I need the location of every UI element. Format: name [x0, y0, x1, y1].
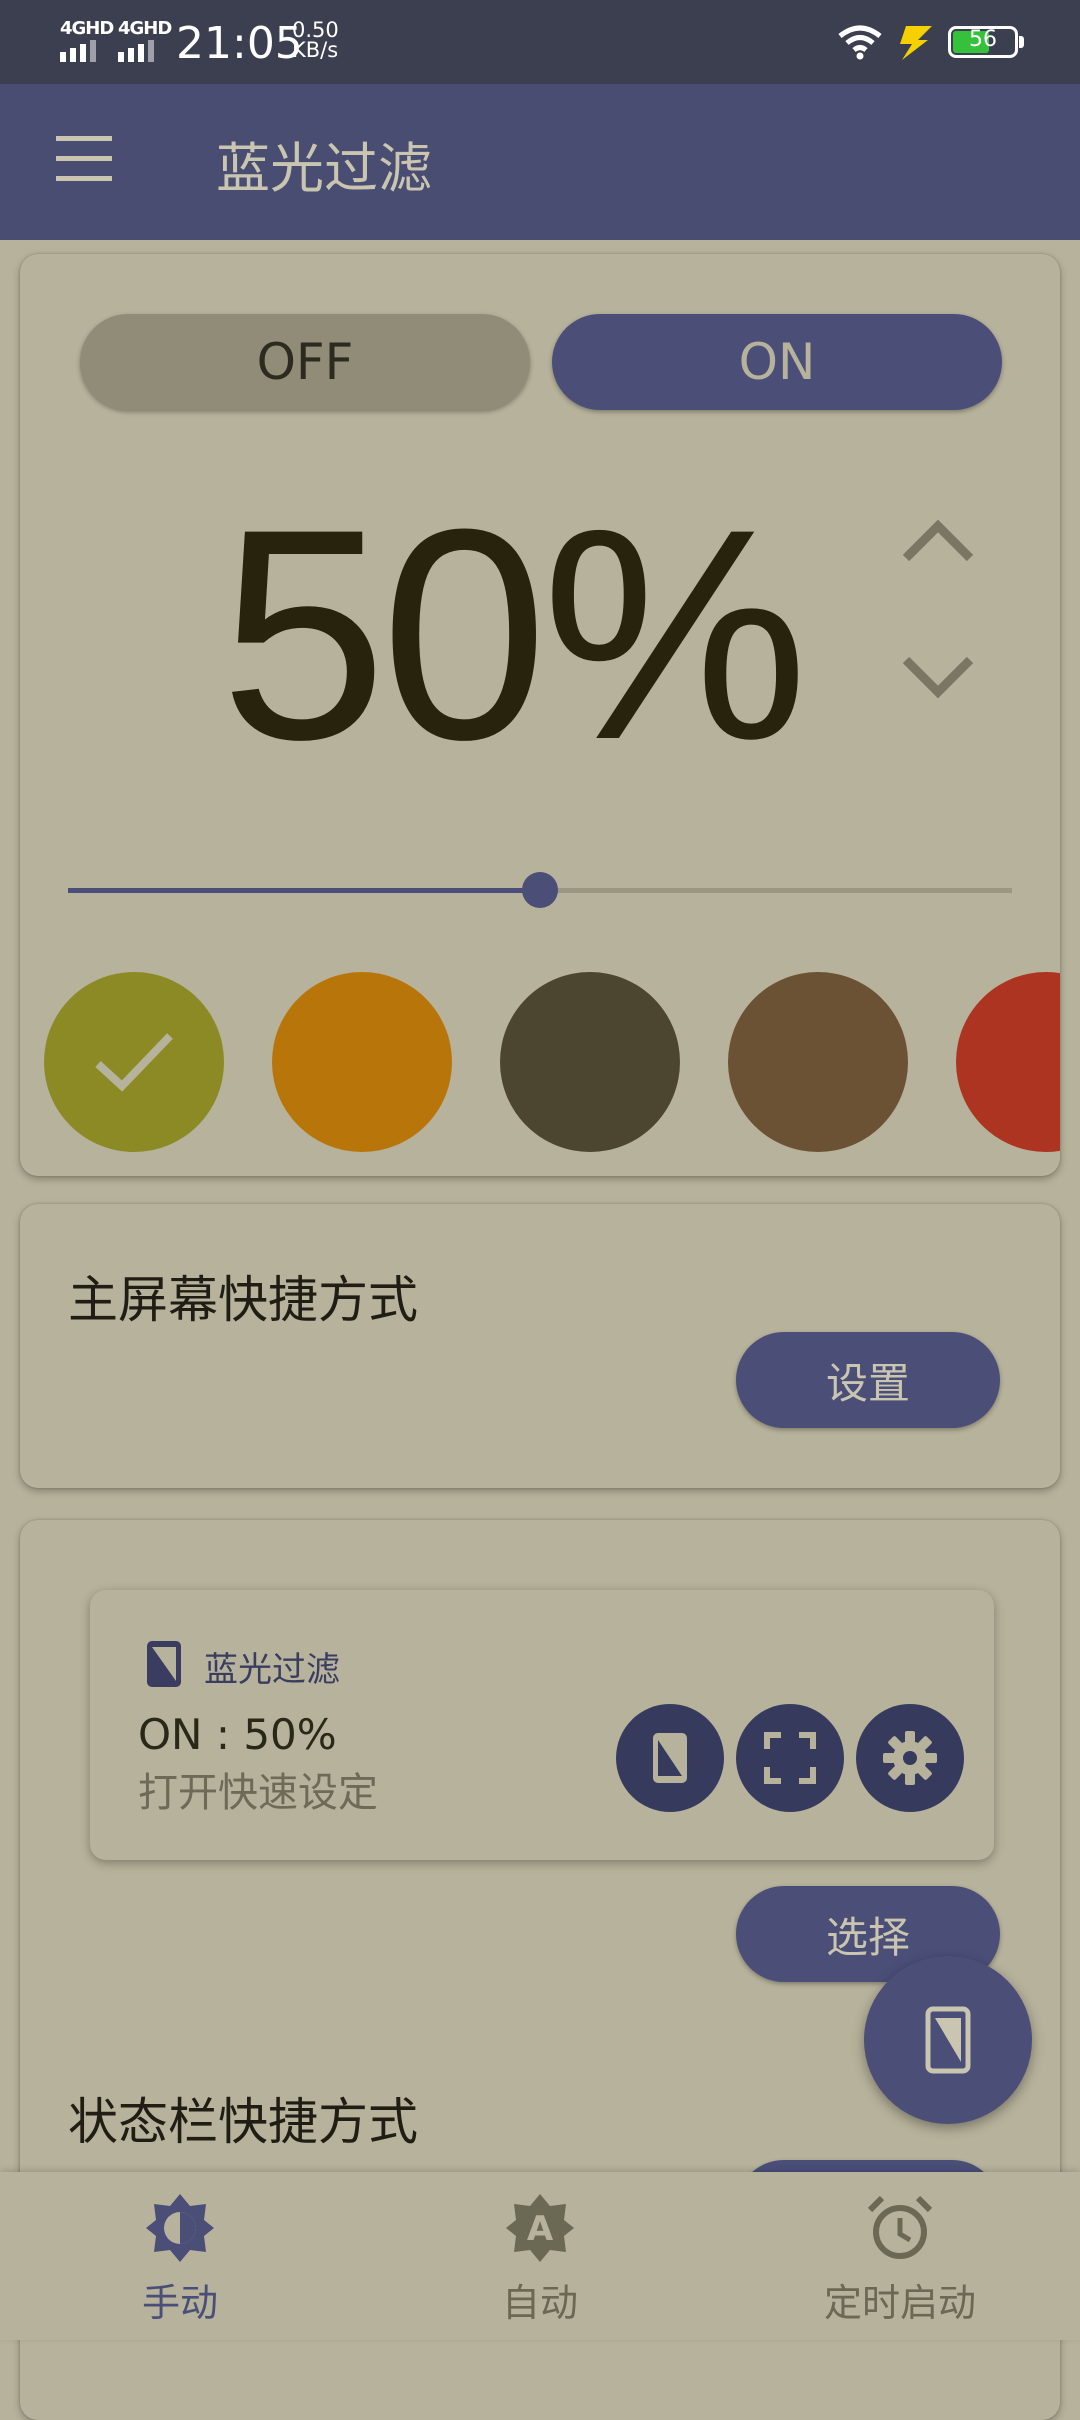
alarm-clock-icon: [867, 2195, 933, 2259]
notification-state: ON : 50%: [138, 1710, 337, 1759]
hamburger-menu-icon[interactable]: [56, 136, 112, 184]
nav-item-manual[interactable]: 手动: [0, 2172, 360, 2340]
svg-text:A: A: [527, 2209, 554, 2249]
network-type-1: 4GHD: [60, 18, 114, 39]
fullscreen-button[interactable]: [736, 1704, 844, 1812]
settings-gear-button[interactable]: [856, 1704, 964, 1812]
intensity-percent: 50%: [220, 466, 808, 802]
color-swatch[interactable]: [728, 972, 908, 1152]
battery-icon: 56: [948, 26, 1024, 58]
notification-preview: 蓝光过滤 ON : 50% 打开快速设定: [90, 1590, 994, 1860]
nav-label-manual: 手动: [141, 2281, 218, 2325]
battery-level: 56: [969, 27, 997, 52]
bottom-navigation: 手动 A 自动 定时启动: [0, 2172, 1080, 2340]
wifi-icon: [838, 25, 882, 60]
app-bar: 蓝光过滤: [0, 84, 1080, 240]
quick-filter-fab[interactable]: [864, 1956, 1032, 2124]
nav-item-auto[interactable]: A 自动: [360, 2172, 720, 2340]
chevron-down-icon[interactable]: [898, 650, 978, 710]
gear-icon: [883, 1731, 937, 1785]
chevron-up-icon[interactable]: [898, 508, 978, 568]
slider-fill: [68, 888, 540, 893]
charging-bolt-icon: [900, 26, 932, 60]
intensity-slider[interactable]: [68, 870, 1012, 910]
phone-filter-icon: [653, 1733, 687, 1783]
status-bar: 4GHD 4GHD 21:05 0.50 KB/s 56: [0, 0, 1080, 84]
color-swatch[interactable]: [272, 972, 452, 1152]
color-swatch[interactable]: [44, 972, 224, 1152]
nav-item-scheduled[interactable]: 定时启动: [720, 2172, 1080, 2340]
color-swatches: [20, 972, 1060, 1156]
notification-subtitle: 打开快速设定: [138, 1770, 378, 1816]
off-button[interactable]: OFF: [80, 314, 530, 410]
statusbar-shortcut-title: 状态栏快捷方式: [68, 2093, 418, 2151]
network-speed: 0.50 KB/s: [292, 18, 339, 62]
color-swatch[interactable]: [956, 972, 1060, 1152]
color-swatch[interactable]: [500, 972, 680, 1152]
filter-control-card: OFF ON 50%: [20, 254, 1060, 1176]
slider-thumb[interactable]: [522, 872, 558, 908]
signal-icon-2: [118, 40, 154, 62]
notification-app-name: 蓝光过滤: [204, 1650, 340, 1690]
fullscreen-icon: [764, 1732, 816, 1784]
checkmark-icon: [95, 1033, 173, 1092]
home-shortcut-title: 主屏幕快捷方式: [68, 1271, 418, 1329]
signal-icon-1: [60, 40, 96, 62]
settings-button[interactable]: 设置: [736, 1332, 1000, 1428]
phone-filter-icon: [925, 2006, 971, 2074]
network-type-2: 4GHD: [118, 18, 172, 39]
home-shortcut-card: 主屏幕快捷方式 设置: [20, 1204, 1060, 1488]
clock: 21:05: [176, 18, 303, 69]
nav-label-scheduled: 定时启动: [823, 2281, 976, 2325]
phone-filter-icon: [147, 1641, 181, 1687]
page-title: 蓝光过滤: [216, 137, 432, 200]
on-button[interactable]: ON: [552, 314, 1002, 410]
phone-filter-button[interactable]: [616, 1704, 724, 1812]
nav-label-auto: 自动: [501, 2281, 578, 2325]
brightness-icon: [146, 2194, 214, 2262]
auto-brightness-icon: A: [506, 2194, 574, 2262]
